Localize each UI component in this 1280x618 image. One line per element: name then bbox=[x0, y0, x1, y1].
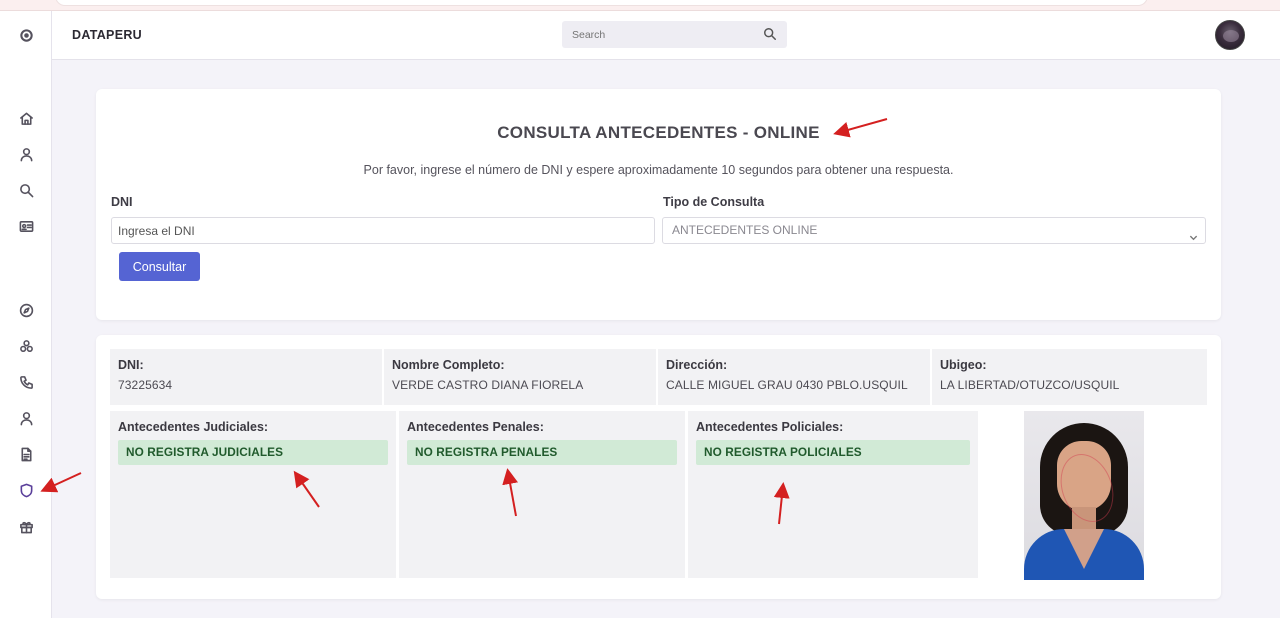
settings-icon[interactable] bbox=[16, 25, 36, 45]
dni-input[interactable] bbox=[111, 217, 655, 244]
nombre-cell: Nombre Completo: VERDE CASTRO DIANA FIOR… bbox=[384, 349, 656, 405]
tipo-consulta-value: ANTECEDENTES ONLINE bbox=[672, 223, 818, 237]
brand-name: DATAPERU bbox=[72, 28, 142, 42]
policiales-cell: Antecedentes Policiales: NO REGISTRA POL… bbox=[688, 411, 978, 578]
user-icon[interactable] bbox=[16, 144, 36, 164]
search-icon[interactable] bbox=[763, 27, 778, 42]
user-profile-icon[interactable] bbox=[16, 408, 36, 428]
search-input[interactable] bbox=[562, 21, 752, 48]
policiales-status-badge: NO REGISTRA POLICIALES bbox=[696, 440, 970, 465]
ubigeo-cell: Ubigeo: LA LIBERTAD/OTUZCO/USQUIL bbox=[932, 349, 1207, 405]
chevron-down-icon bbox=[1189, 226, 1199, 241]
instructions-text: Por favor, ingrese el número de DNI y es… bbox=[363, 163, 954, 177]
penales-status-badge: NO REGISTRA PENALES bbox=[407, 440, 677, 465]
shield-icon[interactable] bbox=[16, 480, 36, 500]
consulta-form-card: CONSULTA ANTECEDENTES - ONLINE Por favor… bbox=[96, 89, 1221, 320]
dni-result-value: 73225634 bbox=[118, 378, 173, 392]
dni-result-cell: DNI: 73225634 bbox=[110, 349, 382, 405]
ubigeo-label: Ubigeo: bbox=[940, 358, 987, 372]
penales-label: Antecedentes Penales: bbox=[407, 420, 544, 434]
document-icon[interactable] bbox=[16, 444, 36, 464]
consultar-button[interactable]: Consultar bbox=[119, 252, 200, 281]
judiciales-label: Antecedentes Judiciales: bbox=[118, 420, 269, 434]
direccion-label: Dirección: bbox=[666, 358, 728, 372]
tipo-consulta-select[interactable]: ANTECEDENTES ONLINE bbox=[662, 217, 1206, 244]
sidebar bbox=[0, 11, 52, 618]
nombre-value: VERDE CASTRO DIANA FIORELA bbox=[392, 378, 584, 392]
tipo-consulta-label: Tipo de Consulta bbox=[663, 195, 765, 209]
compass-icon[interactable] bbox=[16, 300, 36, 320]
home-icon[interactable] bbox=[16, 108, 36, 128]
search-box bbox=[562, 21, 787, 48]
dni-result-label: DNI: bbox=[118, 358, 144, 372]
person-photo bbox=[1024, 411, 1144, 580]
nombre-label: Nombre Completo: bbox=[392, 358, 505, 372]
id-card-icon[interactable] bbox=[16, 216, 36, 236]
avatar[interactable] bbox=[1215, 20, 1245, 50]
direccion-cell: Dirección: CALLE MIGUEL GRAU 0430 PBLO.U… bbox=[658, 349, 930, 405]
judiciales-status-badge: NO REGISTRA JUDICIALES bbox=[118, 440, 388, 465]
ubigeo-value: LA LIBERTAD/OTUZCO/USQUIL bbox=[940, 378, 1120, 392]
browser-notification-strip bbox=[0, 0, 1280, 11]
search-icon[interactable] bbox=[16, 180, 36, 200]
notification-pill bbox=[55, 0, 1148, 6]
judiciales-cell: Antecedentes Judiciales: NO REGISTRA JUD… bbox=[110, 411, 396, 578]
result-card: DNI: 73225634 Nombre Completo: VERDE CAS… bbox=[96, 335, 1221, 599]
topbar: DATAPERU bbox=[52, 11, 1280, 60]
dni-label: DNI bbox=[111, 195, 133, 209]
direccion-value: CALLE MIGUEL GRAU 0430 PBLO.USQUIL bbox=[666, 378, 908, 392]
gift-icon[interactable] bbox=[16, 516, 36, 536]
phone-icon[interactable] bbox=[16, 372, 36, 392]
penales-cell: Antecedentes Penales: NO REGISTRA PENALE… bbox=[399, 411, 685, 578]
policiales-label: Antecedentes Policiales: bbox=[696, 420, 844, 434]
network-icon[interactable] bbox=[16, 336, 36, 356]
page-title: CONSULTA ANTECEDENTES - ONLINE bbox=[497, 123, 820, 142]
